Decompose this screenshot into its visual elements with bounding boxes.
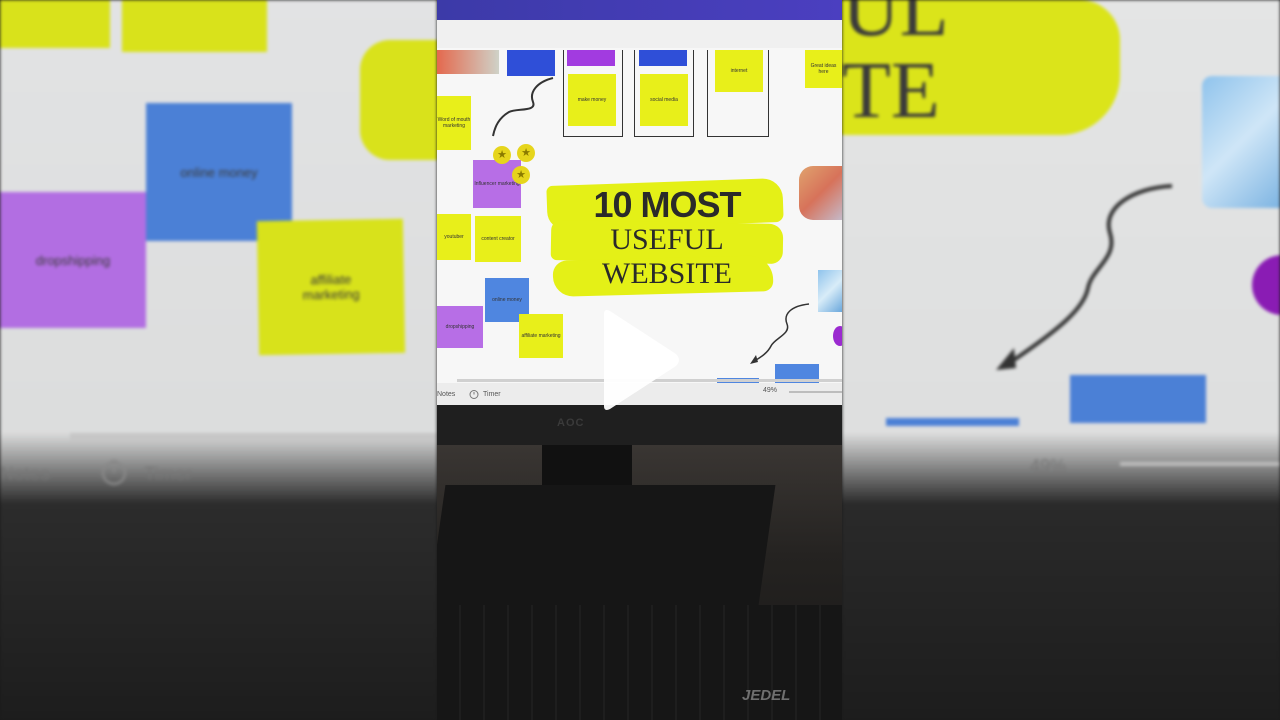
sticky-note-word-of-mouth: Word of mouth marketing [437,96,471,150]
purple-circle [1252,255,1280,315]
star-icon: ★ [517,144,535,162]
sticky-note-dropshipping: dropshipping [0,192,146,328]
note-label: online money [492,297,522,303]
sticky-note-internet: internet [715,50,763,92]
flower-image [818,270,842,312]
sticky-note-youtuber: youtuber [437,214,471,260]
title-line-1: 10 MOST [593,184,741,225]
sticky-note-label: online money [180,164,258,180]
note-label: make money [577,97,607,103]
sticky-note-influencer: Influencer marketing [473,160,521,208]
sticky-note-affiliate: affiliate marketing [519,314,563,358]
scrollbar-track [70,433,437,441]
sticky-note-blue [507,50,555,76]
sticky-note-great-ideas: Great ideas here [805,50,842,88]
sticky-note-social-media: social media [640,74,688,126]
flower-image [1202,76,1280,208]
slide-title: 10 MOST USEFUL WEBSITE [546,177,787,298]
monitor-base [437,485,776,605]
left-blurred-backdrop: online money dropshipping affiliate mark… [0,0,437,720]
note-label: affiliate marketing [521,333,561,339]
sticky-note-yellow [0,0,110,48]
note-label: youtuber [444,234,464,240]
note-label: Great ideas here [810,63,837,75]
note-label: dropshipping [445,324,475,330]
timer-icon[interactable] [469,389,479,399]
abstract-image [799,166,842,220]
note-label: Influencer marketing [474,181,520,187]
sticky-note-blue [1070,375,1206,423]
zoom-level: 49% [1030,456,1067,476]
sticky-note-yellow [122,0,267,52]
monitor-brand: AOC [557,417,585,429]
arrow-doodle-icon [750,303,810,364]
sticky-note-content-creator: content creator [475,216,521,262]
timer-icon [100,458,128,486]
sticky-note-affiliate: affiliate marketing [256,218,406,356]
star-icon: ★ [493,146,511,164]
note-label: content creator [481,236,515,242]
note-label: social media [650,97,678,103]
desk-background: JEDEL [437,445,842,720]
zoom-slider [1120,462,1280,466]
highlight-stroke [360,40,437,160]
notes-label[interactable]: Notes [437,391,455,398]
sticky-note-label: dropshipping [35,252,111,268]
zoom-level: 49% [763,387,778,394]
sticky-note-blue [886,418,1019,426]
note-label: internet [730,68,748,74]
arrow-doodle-icon [996,184,1173,370]
sticky-note-blue [639,50,687,66]
sticky-note-make-money: make money [568,74,616,126]
note-label: Word of mouth marketing [437,117,471,129]
purple-circle [833,326,842,346]
timer-label: Timer [144,464,192,485]
timer-label[interactable]: Timer [483,391,501,398]
sticky-note-dropshipping: dropshipping [437,306,483,348]
play-icon[interactable] [598,306,682,414]
arrow-doodle-icon [492,77,554,137]
app-top-bar [437,0,842,20]
toolbar [437,20,842,48]
image-thumbnail [437,50,499,74]
right-blurred-backdrop: UL TE 49% [842,0,1280,720]
star-icon: ★ [512,166,530,184]
keyboard-brand: JEDEL [742,687,791,704]
title-line-2: USEFUL [610,223,724,256]
notes-label: Notes [0,464,50,485]
sticky-note-purple [567,50,615,66]
zoom-slider[interactable] [789,391,842,393]
title-line-3: WEBSITE [602,257,732,290]
title-fragment: TE [842,47,940,135]
sticky-note-label: affiliate marketing [302,271,360,303]
play-button[interactable] [598,306,682,414]
monitor-stand [542,445,632,485]
